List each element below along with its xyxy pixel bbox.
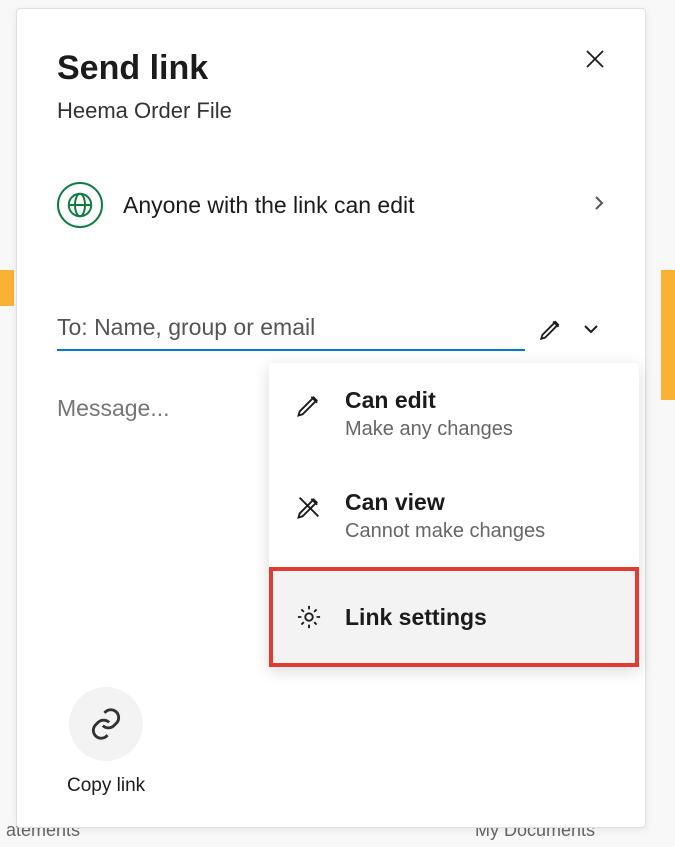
- permission-option-can-edit[interactable]: Can edit Make any changes: [269, 363, 639, 465]
- pencil-slash-icon: [295, 493, 323, 521]
- permission-option-title: Can view: [345, 489, 613, 516]
- permission-dropdown: Can edit Make any changes Can view Canno…: [269, 363, 639, 667]
- permission-option-link-settings[interactable]: Link settings: [269, 567, 639, 667]
- edit-permission-button[interactable]: [537, 315, 565, 343]
- permission-option-title: Can edit: [345, 387, 613, 414]
- permission-option-desc: Cannot make changes: [345, 520, 613, 543]
- dialog-title: Send link: [57, 49, 605, 88]
- gear-icon: [295, 603, 323, 631]
- dialog-subtitle: Heema Order File: [57, 98, 605, 124]
- copy-link-label: Copy link: [67, 775, 145, 797]
- permission-option-can-view[interactable]: Can view Cannot make changes: [269, 465, 639, 567]
- link-icon: [87, 705, 125, 743]
- pencil-icon: [295, 391, 323, 419]
- permission-option-title: Link settings: [345, 604, 613, 631]
- message-input[interactable]: [57, 395, 257, 422]
- link-scope-row[interactable]: Anyone with the link can edit: [57, 182, 605, 228]
- globe-icon: [57, 182, 103, 228]
- recipient-input[interactable]: [57, 306, 525, 351]
- copy-link-button[interactable]: Copy link: [67, 687, 145, 797]
- pencil-icon: [538, 316, 564, 342]
- send-link-dialog: Send link Heema Order File Anyone with t…: [16, 8, 646, 828]
- link-scope-text: Anyone with the link can edit: [123, 192, 581, 219]
- chevron-down-icon: [581, 319, 601, 339]
- permission-dropdown-button[interactable]: [577, 315, 605, 343]
- close-button[interactable]: [579, 43, 611, 75]
- permission-option-desc: Make any changes: [345, 418, 613, 441]
- close-icon: [583, 47, 607, 71]
- chevron-right-icon: [593, 194, 605, 217]
